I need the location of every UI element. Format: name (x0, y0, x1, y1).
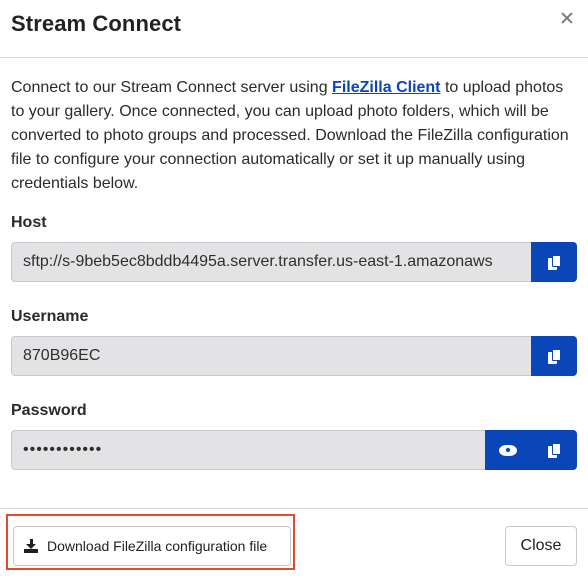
host-label: Host (11, 214, 47, 231)
password-label: Password (11, 402, 87, 419)
username-field-group: 870B96EC (11, 336, 577, 376)
download-icon (24, 539, 38, 553)
copy-host-button[interactable] (531, 242, 577, 282)
close-button[interactable]: Close (505, 526, 577, 566)
download-filezilla-config-button[interactable]: Download FileZilla configuration file (13, 526, 291, 566)
eye-icon (499, 444, 517, 456)
copy-icon (547, 348, 561, 364)
password-field-group: •••••••••••• (11, 430, 577, 470)
description-text-start: Connect to our Stream Connect server usi… (11, 79, 333, 96)
dialog-header: Stream Connect (0, 0, 588, 58)
copy-icon (547, 254, 561, 270)
copy-password-button[interactable] (531, 430, 577, 470)
copy-username-button[interactable] (531, 336, 577, 376)
dialog-title: Stream Connect (11, 11, 182, 36)
filezilla-client-link[interactable]: FileZilla Client (332, 79, 440, 96)
stream-connect-dialog: Stream Connect Connect to our Stream Con… (0, 0, 588, 576)
password-field[interactable]: •••••••••••• (11, 430, 485, 470)
copy-icon (547, 442, 561, 458)
close-icon[interactable] (560, 11, 574, 25)
host-field-group: sftp://s-9beb5ec8bddb4495a.server.transf… (11, 242, 577, 282)
username-label: Username (11, 308, 89, 325)
username-field[interactable]: 870B96EC (11, 336, 531, 376)
dialog-description: Connect to our Stream Connect server usi… (11, 76, 577, 196)
show-password-button[interactable] (485, 430, 531, 470)
host-field[interactable]: sftp://s-9beb5ec8bddb4495a.server.transf… (11, 242, 531, 282)
download-button-label: Download FileZilla configuration file (47, 538, 268, 554)
